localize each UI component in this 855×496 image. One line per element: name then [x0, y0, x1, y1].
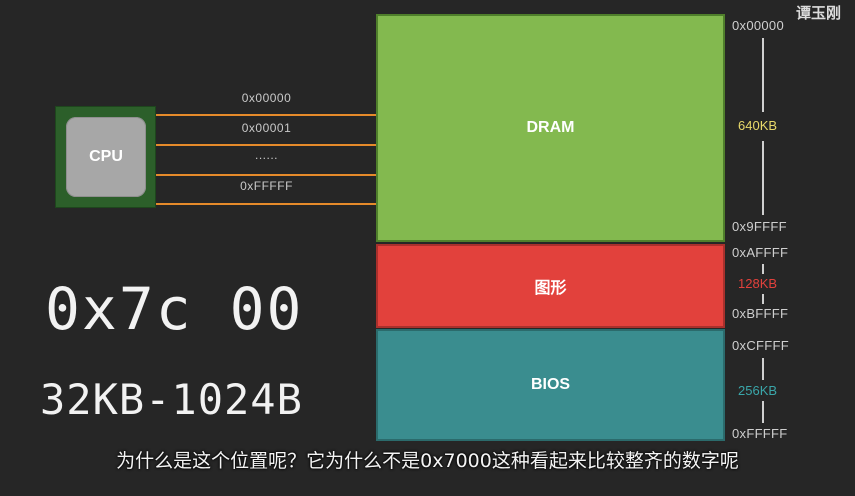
dram-block: DRAM: [376, 14, 725, 242]
handwritten-hex-address: 0x7c 00: [45, 275, 304, 343]
address-label: 0x9FFFF: [732, 219, 787, 234]
address-label: 0x00000: [732, 18, 784, 33]
address-label: 0xFFFFF: [732, 426, 788, 441]
size-bracket-line: [762, 141, 764, 215]
bus-label: 0xFFFFF: [240, 179, 293, 193]
size-bracket-line: [762, 358, 764, 380]
watermark: 谭玉刚: [795, 4, 841, 22]
bus-line: [156, 144, 377, 146]
bus-line: [156, 114, 377, 116]
address-label: 0xBFFFF: [732, 306, 789, 321]
bus-line: [156, 203, 377, 205]
size-label-dram: 640KB: [738, 118, 778, 133]
size-label-bios: 256KB: [738, 383, 778, 398]
handwritten-size-calc: 32KB-1024B: [40, 375, 303, 424]
address-label: 0xCFFFF: [732, 338, 789, 353]
address-label: 0xAFFFF: [732, 245, 789, 260]
size-label-graphics: 128KB: [738, 276, 778, 291]
cpu-chip: CPU: [55, 106, 156, 208]
size-bracket-line: [762, 38, 764, 112]
size-bracket-line: [762, 401, 764, 423]
bus-label: 0x00001: [241, 121, 292, 135]
video-subtitle: 为什么是这个位置呢？它为什么不是0x7000这种看起来比较整齐的数字呢: [116, 450, 739, 472]
bus-label: 0x00000: [241, 91, 292, 105]
cpu-label: CPU: [66, 117, 146, 197]
bios-block: BIOS: [376, 329, 725, 441]
size-bracket-line: [762, 294, 764, 304]
graphics-block: 图形: [376, 244, 725, 328]
bus-line: [156, 174, 377, 176]
size-bracket-line: [762, 264, 764, 274]
bus-label: ......: [254, 148, 278, 162]
